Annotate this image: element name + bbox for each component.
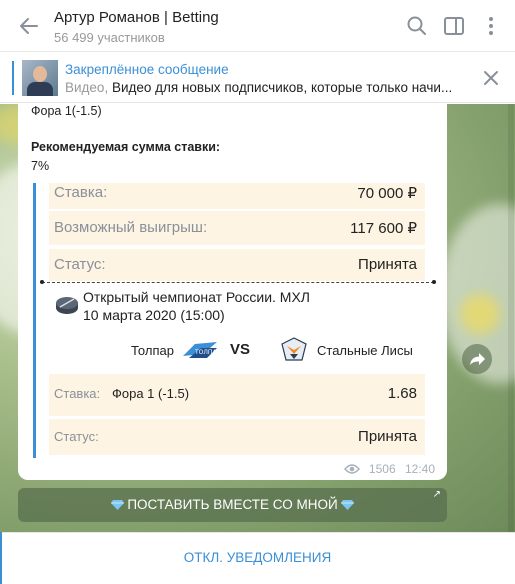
search-icon[interactable] <box>405 14 429 38</box>
member-count: 56 499 участников <box>54 30 165 45</box>
pinned-message-bar[interactable]: Закреплённое сообщение Видео, Видео для … <box>0 53 515 103</box>
inline-button-label: ПОСТАВИТЬ ВМЕСТЕ СО МНОЙ <box>127 497 338 512</box>
pinned-title: Закреплённое сообщение <box>65 62 229 77</box>
status-label: Статус: <box>54 256 106 273</box>
bet-row: Ставка: 70 000 ₽ <box>49 183 425 209</box>
status2-value: Принята <box>358 428 417 445</box>
win-row: Возможный выигрыш: 117 600 ₽ <box>49 211 425 245</box>
win-amount: 117 600 ₽ <box>350 220 417 237</box>
inline-bet-together-button[interactable]: ПОСТАВИТЬ ВМЕСТЕ СО МНОЙ ↗ <box>18 488 447 522</box>
back-arrow-icon[interactable] <box>15 12 43 40</box>
message-bubble: Фора 1(-1.5) Рекомендуемая сумма ставки:… <box>18 104 447 480</box>
championship-name: Открытый чемпионат России. МХЛ <box>83 289 310 305</box>
status-value: Принята <box>358 256 417 273</box>
share-arrow-icon <box>470 353 485 365</box>
divider-dot <box>40 280 44 284</box>
status2-label: Статус: <box>54 429 99 444</box>
more-options-icon[interactable] <box>479 14 503 38</box>
stake-label: Ставка: <box>54 386 101 401</box>
odds-value: 1.68 <box>387 385 417 402</box>
diamond-icon <box>341 500 355 510</box>
status2-row: Статус: Принята <box>49 419 425 455</box>
versus-label: VS <box>230 341 251 358</box>
hockey-puck-icon <box>56 297 78 314</box>
stake-row: Ставка: Фора 1 (-1.5) 1.68 <box>49 374 425 416</box>
pinned-accent-bar <box>12 61 14 95</box>
bet-card: Ставка: 70 000 ₽ Возможный выигрыш: 117 … <box>33 183 440 458</box>
message-meta: 1506 12:40 <box>343 462 435 476</box>
team-away-name: Стальные Лисы <box>317 343 413 358</box>
tolpar-logo-icon: ТОЛПАР <box>183 342 219 358</box>
divider-dot <box>432 280 436 284</box>
view-count: 1506 <box>368 462 396 476</box>
status-row: Статус: Принята <box>49 249 425 281</box>
chat-footer: ОТКЛ. УВЕДОМЛЕНИЯ <box>0 532 515 584</box>
pinned-text: Видео, Видео для новых подписчиков, кото… <box>65 80 452 95</box>
bet-amount: 70 000 ₽ <box>357 185 417 202</box>
pinned-media-label: Видео, <box>65 80 109 95</box>
stake-value: Фора 1 (-1.5) <box>112 386 190 401</box>
team-home-name: Толпар <box>131 343 174 358</box>
stalnye-lisy-logo-icon <box>281 337 307 361</box>
diamond-icon <box>110 500 124 510</box>
recommend-value: 7% <box>31 159 50 173</box>
match-date: 10 марта 2020 (15:00) <box>83 307 225 323</box>
pinned-preview-text: Видео для новых подписчиков, которые тол… <box>111 80 453 95</box>
chat-header: Артур Романов | Betting 56 499 участнико… <box>0 0 515 52</box>
close-icon[interactable] <box>480 67 502 89</box>
svg-text:ТОЛПАР: ТОЛПАР <box>194 349 219 356</box>
message-time: 12:40 <box>404 462 435 476</box>
external-link-icon: ↗ <box>432 489 441 500</box>
bet-label: Ставка: <box>54 184 108 201</box>
pinned-video-thumbnail <box>22 60 58 96</box>
views-eye-icon <box>343 464 360 474</box>
ticket-divider <box>42 282 434 283</box>
sidebar-toggle-icon[interactable] <box>442 14 466 38</box>
message-bet-line: Фора 1(-1.5) <box>31 104 102 118</box>
mute-notifications-button[interactable]: ОТКЛ. УВЕДОМЛЕНИЯ <box>0 550 515 565</box>
chat-scrollbar[interactable] <box>508 104 514 532</box>
share-button[interactable] <box>462 344 492 374</box>
chat-title[interactable]: Артур Романов | Betting <box>54 9 219 26</box>
recommend-label: Рекомендуемая сумма ставки: <box>31 140 221 154</box>
win-label: Возможный выигрыш: <box>54 219 208 236</box>
